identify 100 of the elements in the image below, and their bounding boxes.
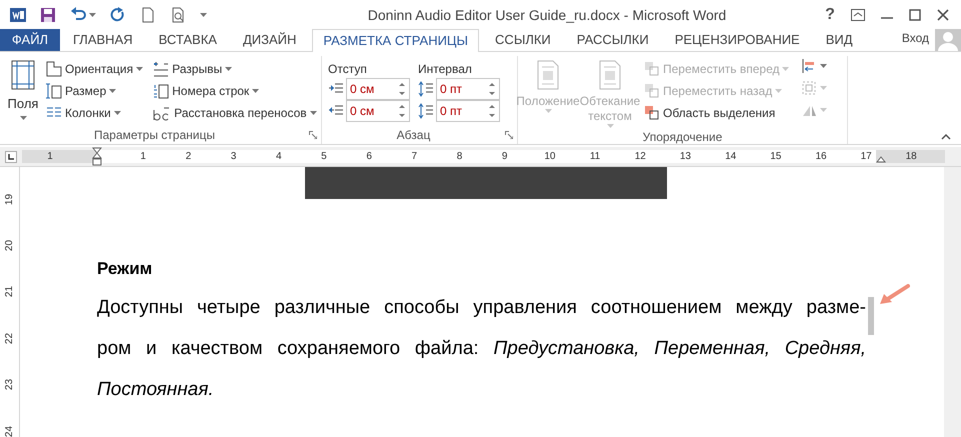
ruler-number: 7 [410, 150, 418, 164]
ruler-number: 17 [860, 150, 873, 164]
spinner-arrows-icon [488, 80, 496, 98]
layers-icon [644, 105, 660, 121]
line-numbers-icon [153, 83, 170, 99]
caret-icon [89, 13, 96, 17]
layers-icon [644, 83, 660, 99]
ruler-number: 1 [46, 150, 54, 164]
ribbon-command[interactable]: Ориентация [46, 58, 144, 80]
layers-icon [644, 61, 660, 77]
spacing-before-icon [418, 81, 434, 97]
caret-icon [136, 67, 144, 71]
ruler-number: 21 [3, 286, 16, 298]
ribbon-command[interactable]: Разрывы [153, 58, 317, 80]
ribbon-command[interactable]: Размер [46, 80, 144, 102]
print-preview-icon [170, 7, 186, 23]
ruler-number: 6 [365, 150, 373, 164]
ruler-number: 4 [274, 150, 283, 164]
spinner-arrows-icon [488, 102, 496, 120]
caret-icon [775, 89, 782, 93]
caret-icon [606, 124, 614, 128]
ruler-number: 3 [230, 150, 238, 164]
ribbon-tab[interactable]: ССЫЛКИ [485, 28, 561, 51]
minimize-icon [881, 17, 893, 19]
group-label: Упорядочение [642, 129, 724, 146]
caret-icon [200, 13, 207, 17]
margins-button[interactable]: Поля [0, 56, 46, 126]
ruler-number: 12 [634, 150, 647, 164]
ruler-number: 22 [3, 332, 16, 344]
hyphenation-icon [153, 105, 172, 121]
field-value: 0 пт [440, 81, 464, 98]
spacing-label: Интервал [418, 61, 473, 78]
help-button[interactable]: ? [817, 3, 843, 27]
ruler-number: 10 [543, 150, 556, 164]
maximize-icon [909, 9, 921, 21]
ruler-number: 16 [814, 150, 828, 164]
section-heading: Режим [97, 258, 154, 280]
ruler-number: 14 [724, 150, 738, 164]
margins-icon [11, 60, 35, 90]
field-value: 0 см [350, 103, 376, 120]
ribbon-tab[interactable]: ГЛАВНАЯ [63, 28, 143, 51]
new-document-icon [140, 7, 156, 23]
ruler-number: 23 [3, 379, 16, 390]
undo-icon [70, 7, 86, 23]
ribbon-command[interactable]: Колонки [46, 102, 144, 124]
ribbon-display-icon [851, 9, 865, 21]
group-icon [801, 80, 818, 96]
spacing-after-icon [418, 103, 434, 119]
page-icon [46, 61, 62, 77]
caret-icon [820, 108, 828, 112]
ruler-number: 2 [184, 150, 192, 164]
page-break-icon [153, 61, 170, 77]
ribbon-tab[interactable]: ВСТАВКА [148, 28, 227, 51]
caret-icon [820, 86, 828, 90]
ruler-number: 1 [139, 150, 147, 164]
ribbon-tab[interactable]: ДИЗАЙН [232, 28, 306, 51]
caret-icon [225, 67, 232, 71]
ruler-number: 15 [769, 150, 782, 164]
ruler-number: 5 [320, 150, 328, 164]
collapse-ribbon-icon [941, 133, 951, 140]
caret-icon [310, 111, 317, 115]
ribbon-command[interactable]: Номера строк [153, 80, 317, 102]
ribbon-tab[interactable]: РАЗМЕТКА СТРАНИЦЫ [312, 29, 480, 52]
ruler-number: 11 [588, 150, 602, 164]
ruler-number: 18 [904, 150, 918, 164]
ruler-number: 9 [500, 150, 508, 164]
field-value: 0 пт [440, 103, 464, 120]
group-label: Абзац [396, 127, 432, 144]
text-cursor [868, 297, 874, 335]
close-icon [937, 9, 949, 21]
number-field[interactable]: 0 см [346, 78, 410, 100]
caret-icon [820, 64, 828, 68]
ruler-number: 13 [678, 150, 692, 164]
spinner-arrows-icon [398, 102, 406, 120]
caret-icon [544, 109, 552, 113]
number-field[interactable]: 0 пт [436, 100, 500, 122]
caret-icon [252, 89, 260, 93]
caret-icon [109, 89, 116, 93]
spinner-arrows-icon [398, 80, 406, 98]
field-value: 0 см [350, 81, 376, 98]
body-paragraph: Доступны четыре различные способы управления соотношением между разме- ром и качеством сохраняемого файла: Предустановка, Переменная, Средняя, Постоянная. [97, 296, 866, 402]
ribbon-tab[interactable]: ВИД [816, 28, 863, 51]
ribbon-tab[interactable]: РЕЦЕНЗИРОВАНИЕ [664, 28, 810, 51]
ribbon-command[interactable]: Область выделения [644, 102, 790, 124]
ribbon-command[interactable]: Расстановка переносов [153, 102, 317, 124]
dialog-launcher-icon [309, 131, 317, 139]
ruler-number: 8 [456, 150, 464, 164]
ribbon-tab[interactable]: РАССЫЛКИ [566, 28, 659, 51]
file-tab[interactable]: ФАЙЛ [0, 29, 60, 51]
caret-icon [114, 111, 121, 115]
caret-icon [20, 116, 26, 120]
word-icon [10, 7, 26, 23]
indent-label: Отступ [328, 61, 368, 78]
page-size-icon [46, 83, 62, 99]
number-field[interactable]: 0 см [346, 100, 410, 122]
number-field[interactable]: 0 пт [436, 78, 500, 100]
position-icon [536, 60, 560, 90]
sign-in-link[interactable]: Вход [902, 29, 929, 47]
window-title: Doninn Audio Editor User Guide_ru.docx - Microsoft Word [368, 6, 726, 25]
redo-icon [110, 7, 126, 23]
